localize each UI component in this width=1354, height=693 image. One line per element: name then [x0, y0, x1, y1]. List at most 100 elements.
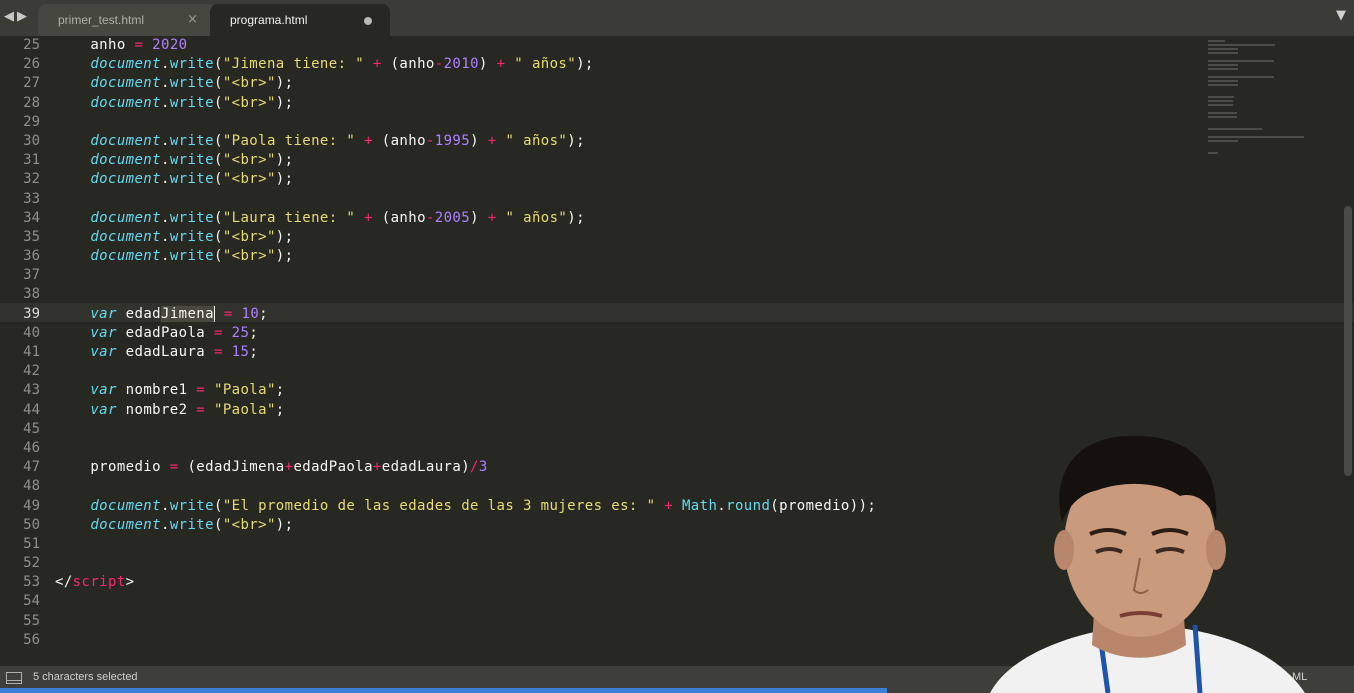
line-number: 33	[23, 190, 40, 207]
code-text: (	[213, 94, 223, 111]
operator-token: +	[487, 132, 497, 149]
minimap-line	[1208, 68, 1238, 70]
minimap[interactable]	[1208, 38, 1308, 158]
tab-bar: ◀ ▶ primer_test.html × programa.html ▼	[0, 0, 1354, 36]
code-line[interactable]	[55, 420, 876, 439]
line-number: 45	[23, 420, 40, 437]
code-line[interactable]: document.write("El promedio de las edade…	[55, 497, 876, 516]
chevron-down-icon[interactable]: ▼	[1336, 8, 1346, 23]
code-line[interactable]	[55, 362, 876, 381]
code-area[interactable]: anho = 2020 document.write("Jimena tiene…	[55, 36, 876, 650]
video-progress-bar[interactable]	[0, 688, 887, 693]
code-line[interactable]: document.write("<br>");	[55, 74, 876, 93]
code-text: edad	[116, 305, 161, 322]
code-line[interactable]	[55, 113, 876, 132]
string-token: "<br>"	[222, 171, 276, 188]
code-line[interactable]	[55, 477, 876, 496]
code-text: >	[125, 574, 135, 591]
left-ear-shape	[1054, 530, 1074, 570]
code-line[interactable]: var nombre2 = "Paola";	[55, 401, 876, 420]
minimap-line	[1208, 80, 1238, 82]
minimap-line	[1208, 64, 1238, 66]
minimap-line	[1208, 96, 1235, 98]
code-line[interactable]	[55, 535, 876, 554]
code-text: .	[717, 497, 727, 514]
operator-token: +	[364, 132, 373, 149]
code-text: .	[160, 228, 170, 245]
code-line[interactable]	[55, 554, 876, 573]
code-line[interactable]: document.write("Paola tiene: " + (anho-1…	[55, 132, 876, 151]
keyword-token: document	[90, 171, 161, 188]
code-line[interactable]: var edadJimena = 10;	[55, 305, 876, 324]
line-number-gutter: 25 26 27 28 29 30 31 32 33 34 35 36 37 38 39 40 41 42 43 44…	[0, 36, 40, 650]
keyword-token: var	[90, 324, 117, 341]
tab-primer-test[interactable]: primer_test.html ×	[38, 4, 216, 36]
function-token: write	[169, 75, 214, 92]
code-line[interactable]: document.write("<br>");	[55, 247, 876, 266]
function-token: write	[169, 228, 214, 245]
code-line[interactable]: var edadPaola = 25;	[55, 324, 876, 343]
code-text: (	[213, 132, 223, 149]
keyword-token: document	[90, 209, 161, 226]
function-token: Math	[681, 497, 718, 514]
operator-token: +	[664, 497, 674, 514]
vertical-scrollbar[interactable]	[1344, 206, 1352, 476]
close-icon[interactable]: ×	[187, 12, 198, 27]
code-line[interactable]: var nombre1 = "Paola";	[55, 381, 876, 400]
code-text: ;	[249, 324, 259, 341]
code-line[interactable]: document.write("<br>");	[55, 151, 876, 170]
function-token: write	[169, 171, 214, 188]
string-token: "El promedio de las edades de las 3 muje…	[222, 497, 656, 514]
string-token: " años"	[505, 132, 568, 149]
code-line[interactable]	[55, 439, 876, 458]
tab-programa[interactable]: programa.html	[210, 4, 390, 36]
unsaved-dot-icon[interactable]	[364, 17, 372, 25]
code-line[interactable]: document.write("Jimena tiene: " + (anho-…	[55, 55, 876, 74]
panel-toggle-icon[interactable]	[6, 672, 22, 684]
code-line[interactable]: document.write("<br>");	[55, 170, 876, 189]
code-line[interactable]: document.write("Laura tiene: " + (anho-2…	[55, 209, 876, 228]
code-line[interactable]	[55, 612, 876, 631]
minimap-line	[1208, 140, 1238, 142]
code-line[interactable]: promedio = (edadJimena+edadPaola+edadLau…	[55, 458, 876, 477]
code-line[interactable]: anho = 2020	[55, 36, 876, 55]
code-line[interactable]: document.write("<br>");	[55, 516, 876, 535]
code-text: )	[470, 132, 488, 149]
code-line[interactable]	[55, 266, 876, 285]
code-line[interactable]	[55, 592, 876, 611]
code-line[interactable]: document.write("<br>");	[55, 94, 876, 113]
operator-token: +	[364, 209, 373, 226]
minimap-line	[1208, 76, 1274, 78]
code-text: edadPaola	[116, 324, 214, 341]
code-line[interactable]: var edadLaura = 15;	[55, 343, 876, 362]
line-number: 54	[23, 593, 40, 610]
tag-token: script	[72, 574, 126, 591]
operator-token: =	[196, 401, 206, 418]
code-text: .	[160, 209, 170, 226]
line-number: 51	[23, 535, 40, 552]
operator-token: =	[213, 324, 223, 341]
code-line[interactable]	[55, 190, 876, 209]
string-token: "Paola tiene: "	[222, 132, 356, 149]
back-arrow-icon[interactable]: ◀	[4, 9, 14, 24]
code-line[interactable]	[55, 285, 876, 304]
number-token: 25	[231, 324, 250, 341]
code-line[interactable]	[55, 631, 876, 650]
string-token: "<br>"	[222, 228, 276, 245]
code-line[interactable]: document.write("<br>");	[55, 228, 876, 247]
code-line[interactable]: </script>	[55, 573, 876, 592]
line-number: 40	[23, 324, 40, 341]
forward-arrow-icon[interactable]: ▶	[17, 9, 27, 24]
code-text: </	[55, 574, 73, 591]
operator-token: -	[434, 56, 444, 73]
operator-token: =	[196, 382, 206, 399]
keyword-token: document	[90, 132, 161, 149]
code-text: );	[275, 171, 294, 188]
